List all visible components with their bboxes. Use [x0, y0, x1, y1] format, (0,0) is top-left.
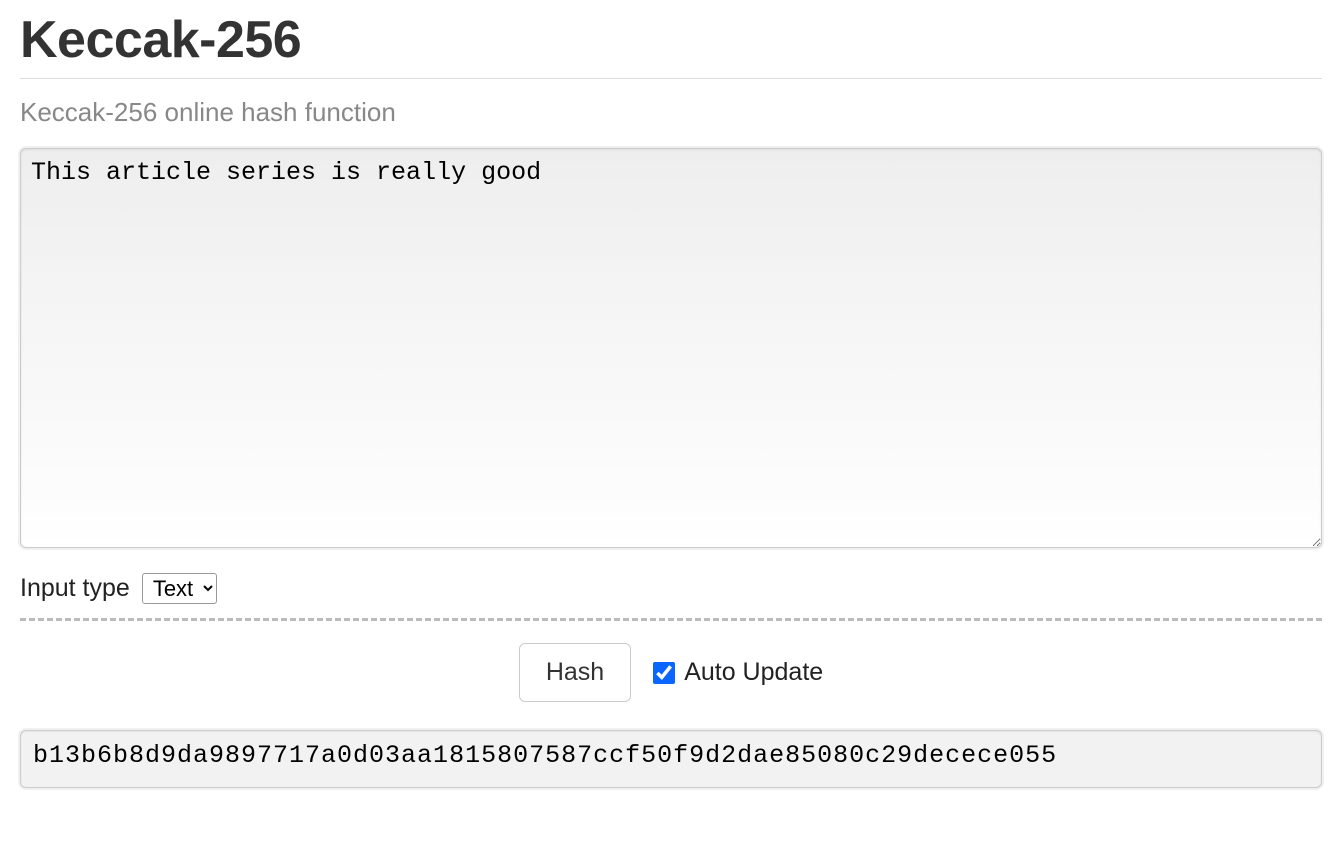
title-divider	[20, 78, 1322, 79]
auto-update-label: Auto Update	[684, 658, 823, 687]
input-type-select[interactable]: Text	[142, 573, 217, 604]
input-type-row: Input type Text	[20, 573, 1322, 604]
auto-update-group: Auto Update	[649, 658, 823, 687]
auto-update-checkbox[interactable]	[653, 662, 675, 684]
page-subtitle: Keccak-256 online hash function	[20, 97, 1322, 128]
section-divider	[20, 618, 1322, 621]
hash-output: b13b6b8d9da9897717a0d03aa1815807587ccf50…	[20, 730, 1322, 788]
controls-row: Hash Auto Update	[20, 643, 1322, 702]
hash-button[interactable]: Hash	[519, 643, 631, 702]
page-title: Keccak-256	[20, 10, 1322, 70]
input-type-label: Input type	[20, 574, 130, 603]
hash-input[interactable]	[20, 148, 1322, 548]
